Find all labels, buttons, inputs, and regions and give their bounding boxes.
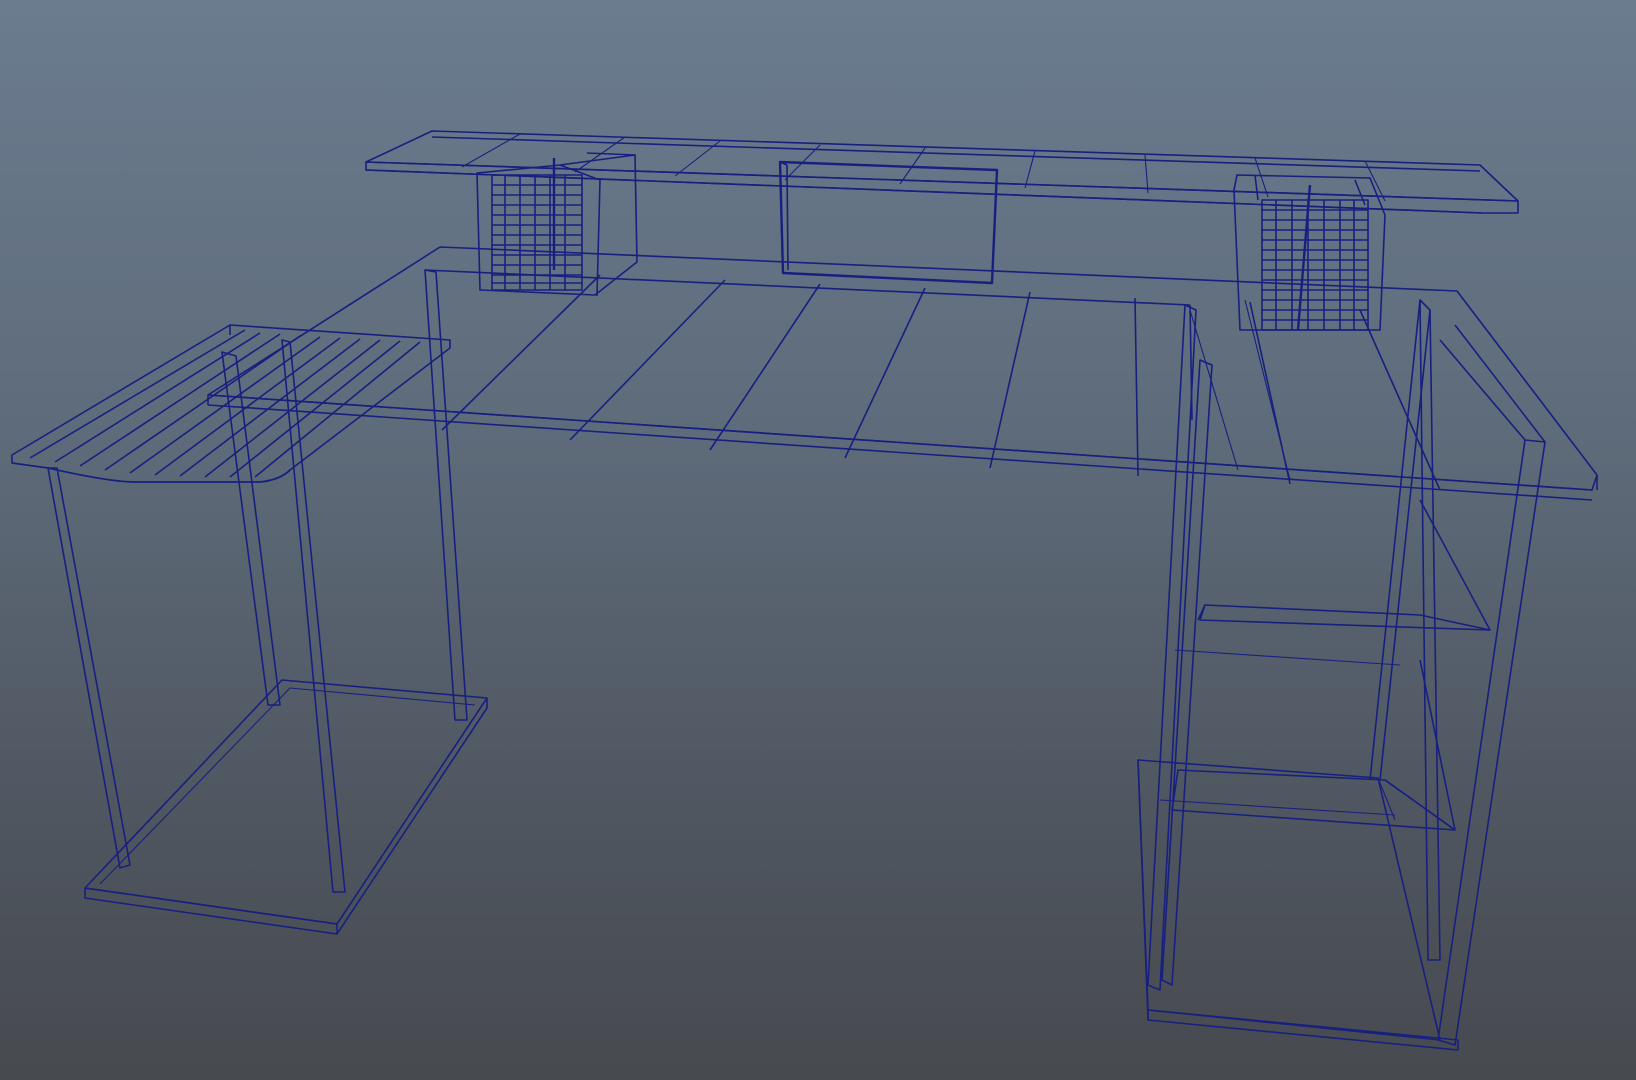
desk-wireframe-model[interactable]: [0, 0, 1636, 1080]
right-pedestal: [1137, 299, 1546, 1051]
left-return: [11, 324, 451, 483]
left-speaker: [476, 152, 638, 297]
3d-viewport[interactable]: [0, 0, 1636, 1080]
right-speaker: [1233, 174, 1386, 331]
